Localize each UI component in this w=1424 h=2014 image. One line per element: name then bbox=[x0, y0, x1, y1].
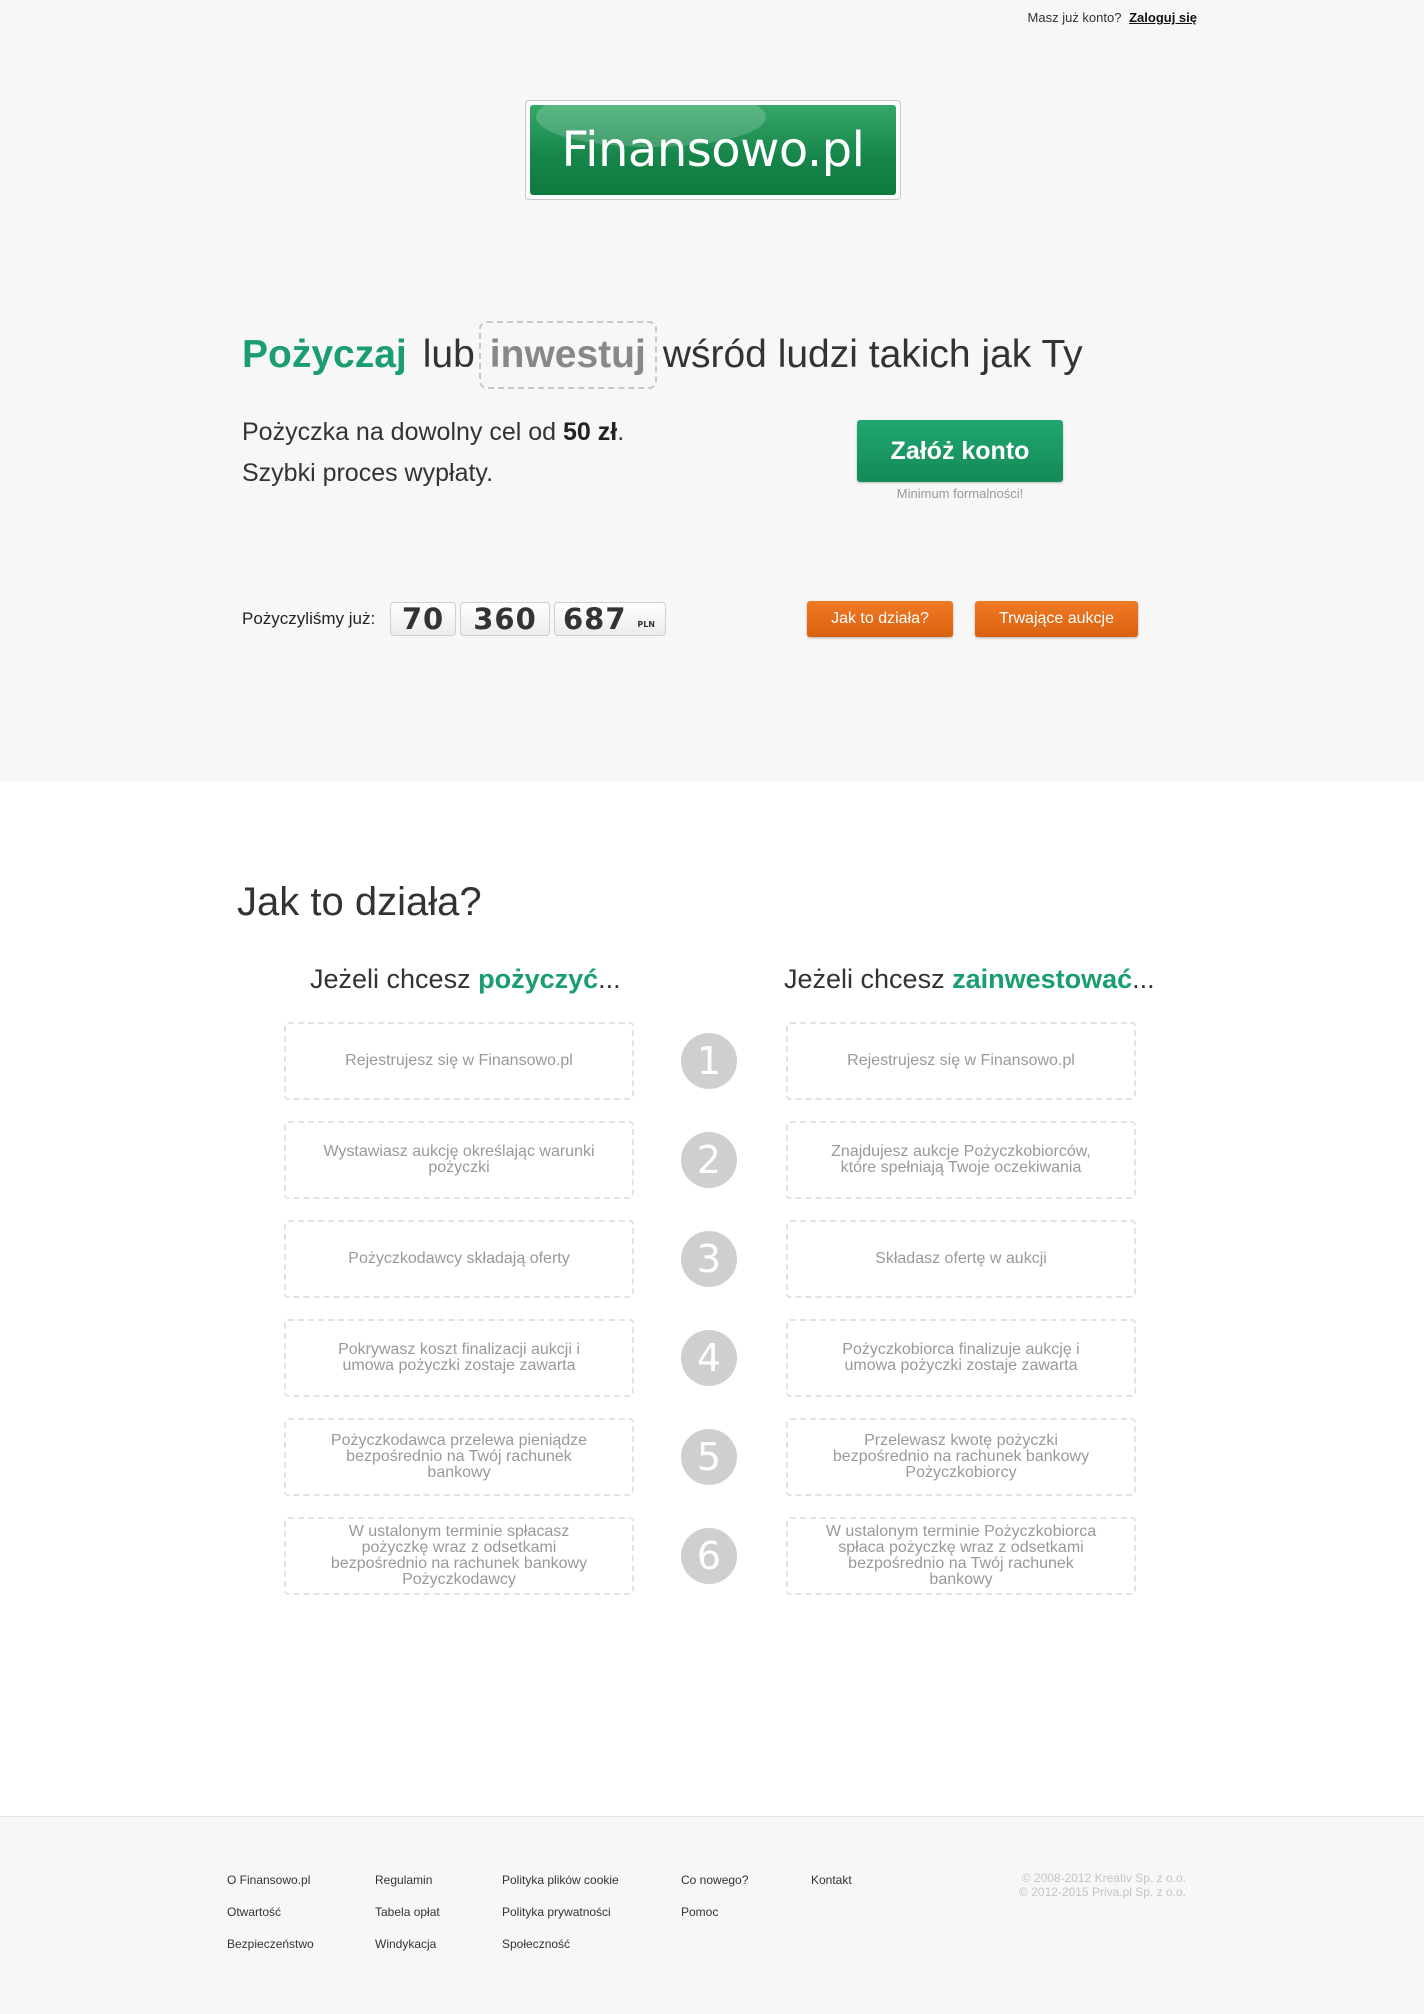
footer-col-5: Kontakt bbox=[811, 1873, 852, 1905]
min-amount: 50 zł bbox=[563, 418, 618, 446]
footer-link-cookies[interactable]: Polityka plików cookie bbox=[502, 1873, 619, 1905]
borrow-step-3: Pożyczkodawcy składają oferty bbox=[284, 1220, 634, 1298]
invest-column-heading: Jeżeli chcesz zainwestować... bbox=[784, 964, 1155, 994]
borrow-step-5: Pożyczkodawca przelewa pieniądze bezpośr… bbox=[284, 1418, 634, 1496]
logo-sign: Finansowo.pl bbox=[530, 105, 896, 195]
tagline-line-2: Szybki proces wypłaty. bbox=[242, 459, 494, 487]
invest-step-4: Pożyczkobiorca finalizuje aukcję i umowa… bbox=[786, 1319, 1136, 1397]
footer-link-openness[interactable]: Otwartość bbox=[227, 1905, 314, 1937]
headline-borrow: Pożyczaj bbox=[242, 333, 407, 376]
footer: O Finansowo.pl Otwartość Bezpieczeństwo … bbox=[0, 1816, 1424, 2014]
footer-col-4: Co nowego? Pomoc bbox=[681, 1873, 748, 1937]
tagline-line-1: Pożyczka na dowolny cel od 50 zł. bbox=[242, 418, 625, 446]
footer-link-fees[interactable]: Tabela opłat bbox=[375, 1905, 440, 1937]
footer-link-help[interactable]: Pomoc bbox=[681, 1905, 748, 1937]
footer-link-security[interactable]: Bezpieczeństwo bbox=[227, 1937, 314, 1969]
step-number-3: 3 bbox=[681, 1231, 737, 1287]
counter-group-thousands: 360 bbox=[460, 602, 550, 636]
footer-col-3: Polityka plików cookie Polityka prywatno… bbox=[502, 1873, 619, 1969]
borrow-step-1: Rejestrujesz się w Finansowo.pl bbox=[284, 1022, 634, 1100]
step-number-2: 2 bbox=[681, 1132, 737, 1188]
invest-step-5: Przelewasz kwotę pożyczki bezpośrednio n… bbox=[786, 1418, 1136, 1496]
logo[interactable]: Finansowo.pl bbox=[525, 100, 901, 200]
hero-headline: Pożyczaj lub inwestuj wśród ludzi takich… bbox=[242, 321, 1083, 389]
headline-invest: inwestuj bbox=[478, 321, 657, 389]
headline-or: lub bbox=[422, 333, 475, 376]
borrow-step-4: Pokrywasz koszt finalizacji aukcji i umo… bbox=[284, 1319, 634, 1397]
currency-label: PLN bbox=[637, 620, 655, 629]
borrow-step-6: W ustalonym terminie spłacasz pożyczkę w… bbox=[284, 1517, 634, 1595]
step-number-4: 4 bbox=[681, 1330, 737, 1386]
login-prompt: Masz już konto? bbox=[1027, 10, 1122, 25]
step-number-1: 1 bbox=[681, 1033, 737, 1089]
copyright: © 2008-2012 Kreativ Sp. z o.o. © 2012-20… bbox=[1019, 1871, 1186, 1899]
footer-col-2: Regulamin Tabela opłat Windykacja bbox=[375, 1873, 440, 1969]
logo-text: Finansowo.pl bbox=[561, 122, 865, 178]
step-number-6: 6 bbox=[681, 1528, 737, 1584]
footer-col-1: O Finansowo.pl Otwartość Bezpieczeństwo bbox=[227, 1873, 314, 1969]
footer-link-about[interactable]: O Finansowo.pl bbox=[227, 1873, 314, 1905]
login-bar: Masz już konto? Zaloguj się bbox=[1028, 10, 1197, 25]
counter-group-units: 687 PLN bbox=[554, 602, 666, 636]
loan-counter: 70 360 687 PLN bbox=[390, 602, 666, 636]
invest-step-1: Rejestrujesz się w Finansowo.pl bbox=[786, 1022, 1136, 1100]
how-section-title: Jak to działa? bbox=[237, 880, 482, 924]
footer-link-terms[interactable]: Regulamin bbox=[375, 1873, 440, 1905]
how-it-works-button[interactable]: Jak to działa? bbox=[807, 601, 953, 637]
invest-step-3: Składasz ofertę w aukcji bbox=[786, 1220, 1136, 1298]
counter-group-millions: 70 bbox=[390, 602, 456, 636]
borrow-column-heading: Jeżeli chcesz pożyczyć... bbox=[310, 964, 621, 994]
footer-link-privacy[interactable]: Polityka prywatności bbox=[502, 1905, 619, 1937]
footer-link-collection[interactable]: Windykacja bbox=[375, 1937, 440, 1969]
counter-label: Pożyczyliśmy już: bbox=[242, 609, 376, 628]
cta-note: Minimum formalności! bbox=[896, 486, 1024, 501]
footer-link-whats-new[interactable]: Co nowego? bbox=[681, 1873, 748, 1905]
step-number-5: 5 bbox=[681, 1429, 737, 1485]
hero-tagline: Pożyczka na dowolny cel od 50 zł. Szybki… bbox=[242, 412, 624, 494]
headline-rest: wśród ludzi takich jak Ty bbox=[662, 333, 1083, 376]
footer-link-community[interactable]: Społeczność bbox=[502, 1937, 619, 1969]
login-link[interactable]: Zaloguj się bbox=[1129, 10, 1197, 25]
hero-section: Masz już konto? Zaloguj się Finansowo.pl… bbox=[0, 0, 1424, 782]
borrow-step-2: Wystawiasz aukcję określając warunki poż… bbox=[284, 1121, 634, 1199]
ongoing-auctions-button[interactable]: Trwające aukcje bbox=[975, 601, 1138, 637]
invest-step-2: Znajdujesz aukcje Pożyczkobiorców, które… bbox=[786, 1121, 1136, 1199]
create-account-button[interactable]: Załóż konto bbox=[857, 420, 1063, 482]
invest-step-6: W ustalonym terminie Pożyczkobiorca spła… bbox=[786, 1517, 1136, 1595]
footer-link-contact[interactable]: Kontakt bbox=[811, 1873, 852, 1905]
